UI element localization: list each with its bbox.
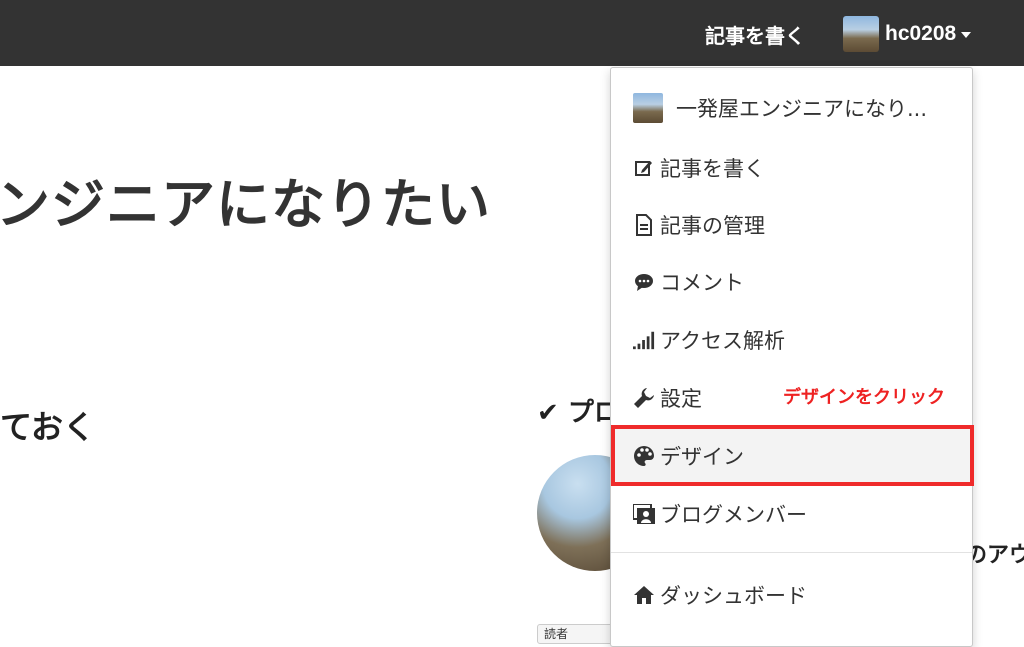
signal-icon (633, 329, 655, 351)
dropdown-item-label: 一発屋エンジニアになり... (676, 97, 928, 121)
dropdown-item-label: 設定 (660, 387, 702, 411)
palette-icon (633, 445, 655, 467)
click-annotation: デザインをクリック (783, 387, 945, 408)
members-icon (633, 503, 655, 525)
dropdown-item-label: 記事の管理 (660, 214, 765, 238)
dropdown-divider (611, 552, 972, 553)
wrench-icon (633, 387, 655, 409)
dropdown-item-label: ブログメンバー (660, 503, 807, 527)
dropdown-item-label: デザイン (660, 445, 744, 469)
top-navbar: 記事を書く hc0208 (0, 0, 1024, 66)
dropdown-item-label: コメント (660, 271, 744, 295)
dropdown-item-write[interactable]: 記事を書く (611, 148, 972, 188)
home-icon (633, 584, 655, 606)
dropdown-item-members[interactable]: ブログメンバー (611, 494, 972, 534)
profile-heading: ✔ プロ (537, 398, 620, 428)
dropdown-item-manage[interactable]: 記事の管理 (611, 205, 972, 245)
dropdown-item-analytics[interactable]: アクセス解析 (611, 320, 972, 360)
blog-title[interactable]: ンジニアになりたい (0, 160, 491, 239)
post-title[interactable]: ておく (0, 402, 95, 448)
dropdown-item-label: 記事を書く (660, 157, 765, 181)
edit-icon (633, 157, 655, 179)
blog-thumbnail (633, 93, 663, 123)
write-article-link[interactable]: 記事を書く (705, 20, 805, 49)
caret-down-icon (961, 32, 972, 38)
dropdown-item-comment[interactable]: コメント (611, 262, 972, 302)
user-avatar (843, 16, 879, 52)
document-icon (633, 214, 655, 236)
dropdown-item-label: ダッシュボード (660, 584, 807, 608)
comment-icon (633, 271, 655, 293)
user-name: hc0208 (885, 22, 957, 45)
dropdown-item-label: アクセス解析 (660, 329, 785, 353)
profile-snippet: のアウ (965, 543, 1024, 568)
reader-button[interactable]: 読者 (537, 624, 617, 644)
dropdown-item-dashboard[interactable]: ダッシュボード (611, 575, 972, 615)
dropdown-item-design[interactable]: デザイン (611, 436, 972, 476)
user-dropdown-menu: 一発屋エンジニアになり... 記事を書く 記事の管理 コメント アクセス解析 設… (610, 67, 973, 647)
dropdown-item-blog[interactable]: 一発屋エンジニアになり... (611, 88, 972, 128)
user-menu-toggle[interactable]: hc0208 (843, 16, 972, 52)
